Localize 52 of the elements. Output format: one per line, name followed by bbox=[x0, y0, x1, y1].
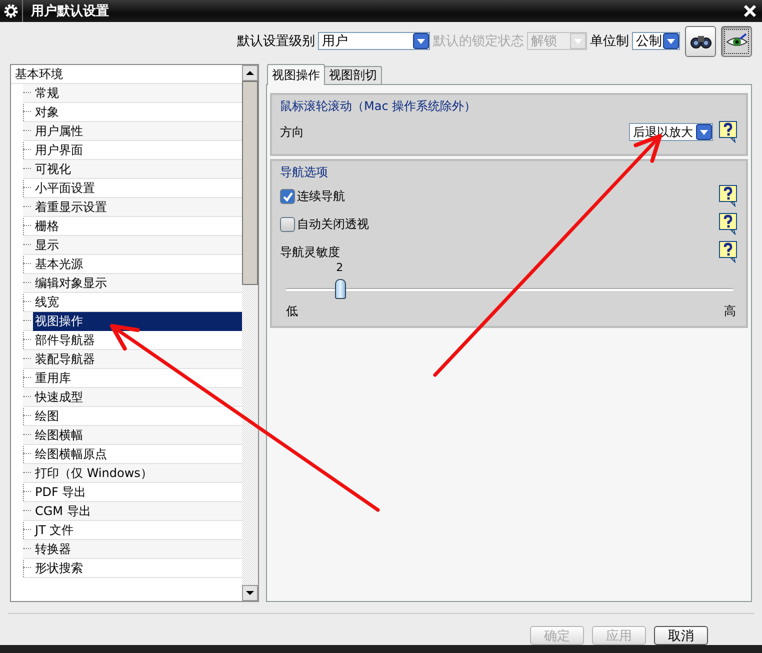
tree-item[interactable]: 常规 bbox=[33, 84, 61, 102]
checkbox-option[interactable]: 连续导航 bbox=[280, 188, 345, 204]
tab[interactable]: 视图剖切 bbox=[324, 66, 382, 84]
window-title: 用户默认设置 bbox=[31, 2, 110, 20]
eye-icon bbox=[726, 33, 747, 46]
help-icon[interactable] bbox=[719, 241, 738, 263]
gear-icon[interactable] bbox=[3, 3, 19, 19]
field-label: 单位制 bbox=[590, 33, 629, 50]
scroll-down-icon[interactable] bbox=[246, 590, 254, 596]
field-label: 默认设置级别 bbox=[237, 33, 315, 50]
scroll-up-icon[interactable] bbox=[246, 70, 254, 76]
tree-item[interactable]: JT 文件 bbox=[33, 520, 76, 540]
help-icon[interactable] bbox=[719, 213, 738, 235]
tree-item[interactable]: 栅格 bbox=[33, 216, 61, 236]
binoculars-icon bbox=[690, 36, 711, 48]
slider-value: 2 bbox=[336, 261, 344, 274]
tree-item[interactable]: 绘图 bbox=[33, 406, 61, 426]
tree-item[interactable]: 重用库 bbox=[33, 368, 73, 388]
tree-item[interactable]: 小平面设置 bbox=[33, 178, 97, 198]
tree-item[interactable]: 转换器 bbox=[33, 540, 73, 558]
field-label: 默认的锁定状态 bbox=[433, 33, 524, 50]
tab[interactable]: 视图操作 bbox=[267, 64, 325, 85]
dialog-button[interactable]: 取消 bbox=[654, 626, 708, 645]
tree-item[interactable]: 视图操作 bbox=[33, 312, 242, 330]
tree-item[interactable]: PDF 导出 bbox=[33, 482, 88, 502]
checkbox-option[interactable]: 自动关闭透视 bbox=[280, 216, 369, 232]
toolbar-button[interactable] bbox=[685, 26, 716, 56]
help-icon[interactable] bbox=[719, 185, 738, 207]
slider-thumb[interactable] bbox=[334, 279, 346, 299]
checkmark-icon bbox=[281, 190, 294, 202]
field-label: 导航灵敏度 bbox=[280, 244, 340, 260]
group-title: 鼠标滚轮滚动（Mac 操作系统除外） bbox=[280, 98, 478, 115]
tree-item[interactable]: 基本光源 bbox=[33, 254, 85, 274]
scrollbar[interactable] bbox=[242, 65, 258, 601]
tree-item[interactable]: 用户界面 bbox=[33, 140, 85, 160]
units-dropdown[interactable]: 公制 bbox=[632, 32, 680, 50]
tree-item[interactable]: 可视化 bbox=[33, 160, 73, 178]
tree-item[interactable]: 显示 bbox=[33, 236, 61, 254]
close-icon[interactable] bbox=[742, 3, 758, 19]
tree-item[interactable]: 部件导航器 bbox=[33, 330, 97, 350]
tree-item[interactable]: 对象 bbox=[33, 102, 61, 122]
tree-item[interactable]: 形状搜索 bbox=[33, 558, 85, 578]
field-label: 方向 bbox=[280, 124, 304, 140]
tree-item[interactable]: 绘图横幅原点 bbox=[33, 444, 109, 464]
level-dropdown[interactable]: 用户 bbox=[318, 32, 430, 50]
tree-item[interactable]: 线宽 bbox=[33, 292, 61, 312]
tree-item[interactable]: 基本环境 bbox=[13, 65, 65, 84]
slider-min-label: 低 bbox=[286, 303, 298, 320]
toolbar-button[interactable] bbox=[721, 26, 752, 56]
group-title: 导航选项 bbox=[280, 164, 329, 181]
slider-max-label: 高 bbox=[724, 303, 736, 320]
help-icon[interactable] bbox=[719, 121, 738, 143]
